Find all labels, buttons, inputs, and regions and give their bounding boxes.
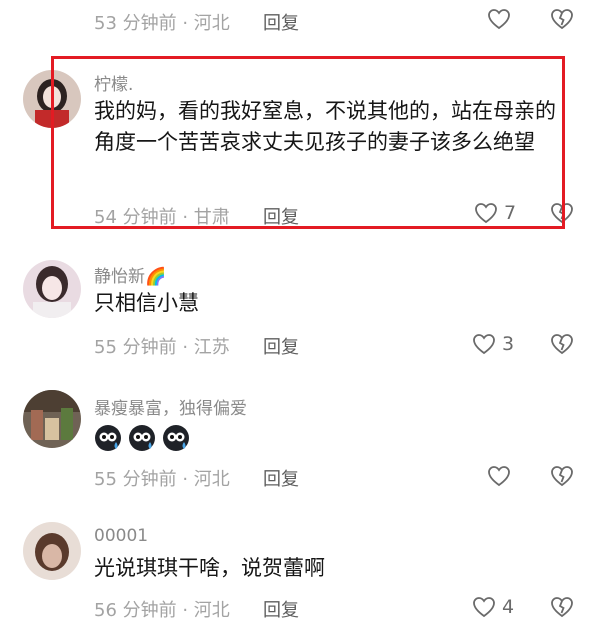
heart-outline-icon: [473, 597, 495, 618]
like-button[interactable]: [487, 465, 517, 487]
comment-text: 只相信小慧: [94, 291, 199, 315]
broken-heart-icon: [551, 334, 573, 355]
avatar[interactable]: [23, 522, 81, 580]
like-count: 4: [502, 596, 515, 618]
avatar[interactable]: [23, 260, 81, 318]
broken-heart-icon: [551, 597, 573, 618]
reply-button[interactable]: 回复: [263, 9, 299, 35]
emoji-row: [94, 424, 190, 452]
like-button[interactable]: 4: [472, 596, 514, 618]
dislike-button[interactable]: [550, 465, 574, 491]
sweat-blob-emoji: [94, 424, 122, 452]
comment-username[interactable]: 00001: [94, 526, 148, 546]
dislike-button[interactable]: [550, 333, 574, 359]
highlight-box: [51, 56, 565, 229]
reply-button[interactable]: 回复: [263, 596, 299, 622]
sweat-blob-emoji: [128, 424, 156, 452]
broken-heart-icon: [551, 9, 573, 30]
reply-button[interactable]: 回复: [263, 465, 299, 491]
like-count: 3: [502, 333, 515, 355]
heart-outline-icon: [488, 466, 510, 487]
like-button[interactable]: 3: [472, 333, 514, 355]
heart-outline-icon: [488, 9, 510, 30]
dislike-button[interactable]: [550, 596, 574, 622]
like-button[interactable]: [487, 8, 517, 30]
heart-outline-icon: [473, 334, 495, 355]
comment-meta: 55 分钟前 · 河北: [94, 469, 230, 490]
comment-meta: 55 分钟前 · 江苏: [94, 337, 230, 358]
comment-meta: 53 分钟前 · 河北: [94, 13, 230, 34]
comment-username[interactable]: 暴瘦暴富，独得偏爱: [94, 394, 247, 419]
broken-heart-icon: [551, 466, 573, 487]
comment-meta: 56 分钟前 · 河北: [94, 600, 230, 621]
comment-username[interactable]: 静怡新🌈: [94, 262, 166, 287]
reply-button[interactable]: 回复: [263, 333, 299, 359]
dislike-button[interactable]: [550, 8, 574, 34]
comment-text: 光说琪琪干啥，说贺蕾啊: [94, 556, 325, 580]
avatar[interactable]: [23, 390, 81, 448]
sweat-blob-emoji: [162, 424, 190, 452]
